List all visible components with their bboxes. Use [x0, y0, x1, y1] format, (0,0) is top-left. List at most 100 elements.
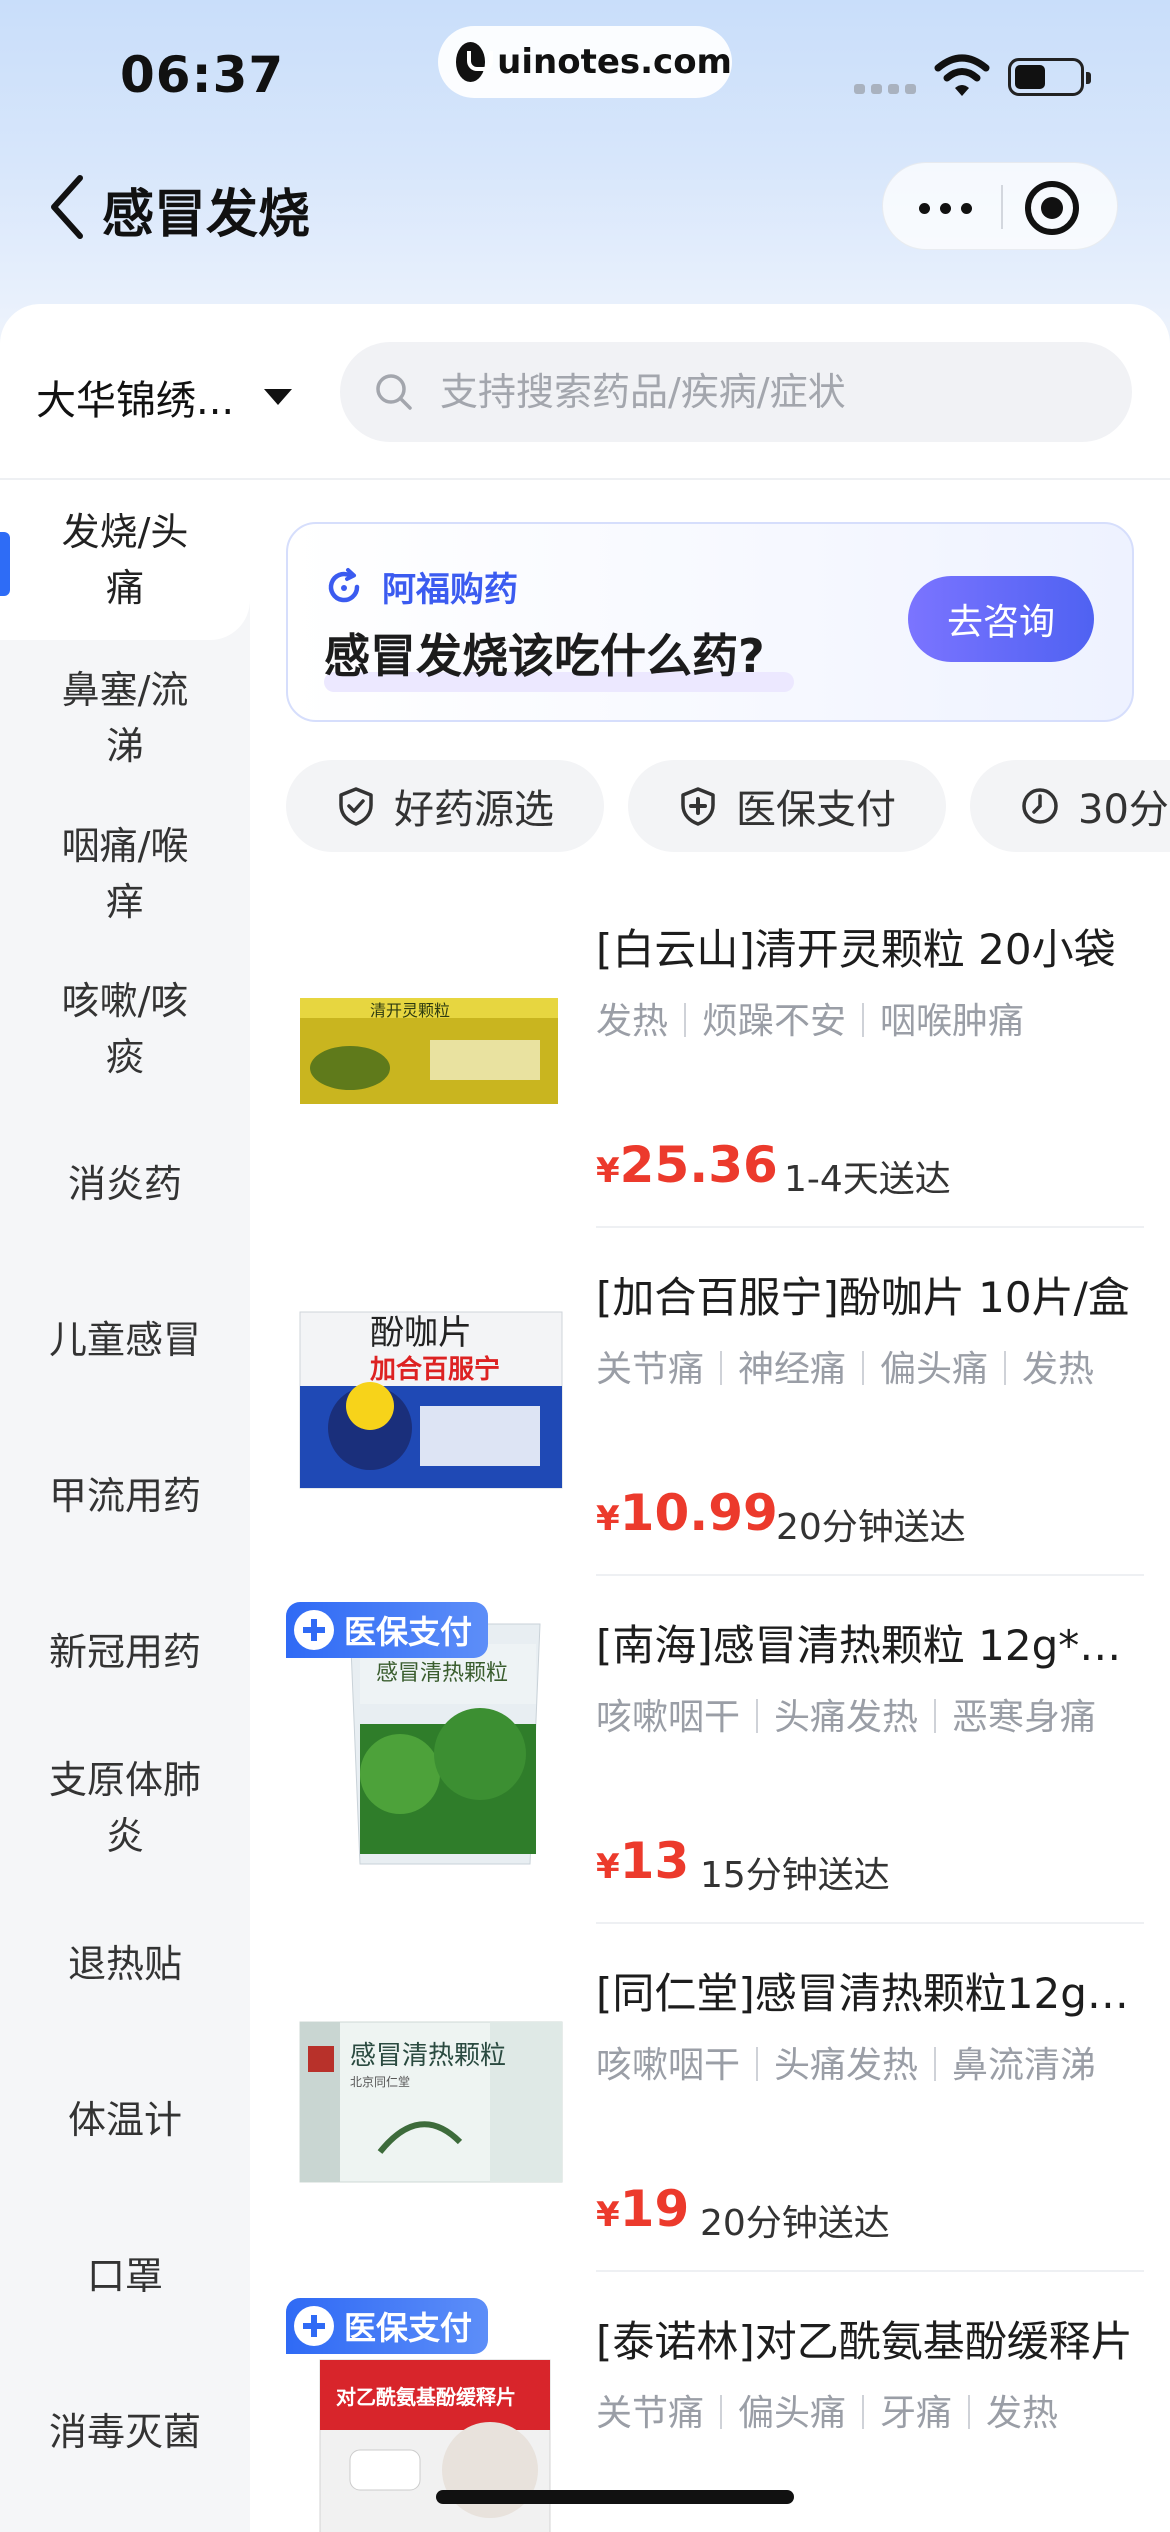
- more-icon[interactable]: [919, 203, 972, 214]
- status-time: 06:37: [120, 46, 285, 104]
- home-indicator: [436, 2490, 794, 2504]
- sidebar-item[interactable]: 甲流用药: [0, 1418, 250, 1574]
- page-title: 感冒发烧: [102, 185, 311, 245]
- sidebar-item-label: 消炎药: [67, 1162, 182, 1206]
- caret-down-icon: [264, 389, 293, 405]
- filter-chip-label: 30分钟: [1078, 787, 1170, 833]
- sidebar-item[interactable]: 支原体肺炎: [0, 1730, 250, 1886]
- consult-button[interactable]: 去咨询: [908, 576, 1094, 662]
- search-input[interactable]: [440, 370, 1080, 414]
- delivery-eta: 20分钟送达: [776, 1507, 966, 1548]
- active-indicator: [0, 532, 10, 596]
- delivery-eta: 1-4天送达: [784, 1159, 951, 1200]
- consult-brand: 阿福购药: [324, 562, 518, 611]
- sidebar-item-label: 新冠用药: [48, 1630, 201, 1674]
- product-price: ¥19: [596, 2180, 690, 2238]
- filter-chips: 好药源选 医保支付 30分钟: [286, 760, 1170, 852]
- sidebar-item[interactable]: 消炎药: [0, 1106, 250, 1262]
- sidebar-item[interactable]: 退热贴: [0, 1886, 250, 2042]
- package-label: 酚咖片: [370, 1313, 472, 1353]
- sidebar-item-label: 甲流用药: [48, 1474, 201, 1518]
- status-bar: 06:37 uinotes.com: [0, 0, 1170, 150]
- product-title: [泰诺林]对乙酰氨基酚缓释片: [596, 2317, 1133, 2366]
- sidebar-item[interactable]: 儿童感冒: [0, 1262, 250, 1418]
- sidebar-item-label: 咳嗽/咳痰: [61, 979, 189, 1079]
- product-tags: 咳嗽咽干 头痛发热 恶寒身痛: [596, 1697, 1097, 1738]
- product-image: 酚咖片 加合百服宁: [299, 1311, 563, 1489]
- package-brand: 北京同仁堂: [350, 2075, 410, 2089]
- clock-icon: [1022, 788, 1058, 824]
- search-bar[interactable]: [340, 342, 1132, 442]
- package-label: 对乙酰氨基酚缓释片: [336, 2385, 516, 2409]
- product-price: ¥13: [596, 1832, 690, 1890]
- filter-chip-insurance[interactable]: 医保支付: [628, 760, 946, 852]
- mini-program-capsule: [882, 162, 1118, 250]
- package-brand: 加合百服宁: [370, 1354, 500, 1385]
- product-title: [白云山]清开灵颗粒 20小袋: [596, 925, 1116, 974]
- filter-chip-good-source[interactable]: 好药源选: [286, 760, 604, 852]
- sidebar-item[interactable]: 体温计: [0, 2042, 250, 2198]
- store-name: 大华锦绣...: [36, 378, 235, 424]
- cellular-signal-icon: [854, 84, 916, 94]
- product-tags: 关节痛 神经痛 偏头痛 发热: [596, 1349, 1095, 1390]
- site-logo-icon: [456, 42, 494, 82]
- capsule-divider: [1001, 185, 1003, 229]
- url-text: uinotes.com: [497, 42, 732, 82]
- main-panel: 大华锦绣... 发烧/头痛鼻塞/流涕咽痛/喉痒咳嗽/咳痰消炎药儿童感冒甲流用药新…: [0, 304, 1170, 2532]
- shield-check-icon: [339, 787, 373, 826]
- store-selector[interactable]: 大华锦绣...: [36, 368, 293, 426]
- sidebar-item-label: 支原体肺炎: [48, 1758, 201, 1858]
- wifi-icon: [934, 54, 990, 96]
- sidebar-item[interactable]: 咽痛/喉痒: [0, 796, 250, 952]
- sidebar-item-label: 咽痛/喉痒: [61, 824, 189, 924]
- sidebar-item[interactable]: 新冠用药: [0, 1574, 250, 1730]
- product-tags: 咳嗽咽干 头痛发热 鼻流清涕: [596, 2045, 1097, 2086]
- filter-chip-30min[interactable]: 30分钟: [970, 760, 1170, 852]
- product-item[interactable]: 医保支付 感冒清热颗粒 [南海]感冒清热颗粒 12g*10袋 咳嗽咽干 头痛发热恶…: [250, 1576, 1170, 1924]
- insurance-badge: 医保支付: [286, 1602, 489, 1658]
- package-label: 感冒清热颗粒: [376, 1661, 508, 1686]
- product-title: [同仁堂]感冒清热颗粒12g*10袋: [596, 1969, 1136, 2018]
- sidebar-item[interactable]: 发烧/头痛: [0, 480, 250, 640]
- delivery-eta: 20分钟送达: [700, 2203, 890, 2244]
- product-image: 清开灵颗粒: [300, 998, 558, 1104]
- sidebar-item[interactable]: 鼻塞/流涕: [0, 640, 250, 796]
- sidebar-item[interactable]: 消毒灭菌: [0, 2354, 250, 2510]
- product-image: 感冒清热颗粒 北京同仁堂: [299, 2021, 563, 2183]
- sidebar-item-label: 发烧/头痛: [61, 510, 189, 610]
- consult-banner[interactable]: 阿福购药 感冒发烧该吃什么药? 去咨询: [286, 522, 1134, 722]
- sidebar-item-label: 体温计: [67, 2098, 182, 2142]
- consult-question: 感冒发烧该吃什么药?: [324, 629, 765, 683]
- url-pill[interactable]: uinotes.com: [438, 26, 732, 98]
- product-tags: 关节痛 偏头痛 牙痛 发热: [596, 2393, 1059, 2434]
- sidebar-item-label: 消毒灭菌: [48, 2410, 201, 2454]
- close-target-icon[interactable]: [1025, 181, 1079, 235]
- consult-brand-label: 阿福购药: [382, 570, 518, 610]
- sidebar-item[interactable]: 口罩: [0, 2198, 250, 2354]
- product-title: [加合百服宁]酚咖片 10片/盒: [596, 1273, 1130, 1322]
- sidebar-item-label: 退热贴: [67, 1942, 182, 1986]
- product-item[interactable]: 酚咖片 加合百服宁 [加合百服宁]酚咖片 10片/盒 关节痛 神经痛 偏头痛 发热 ¥…: [250, 1228, 1170, 1576]
- battery-icon: [1008, 58, 1091, 96]
- product-item[interactable]: 清开灵颗粒 [白云山]清开灵颗粒 20小袋 发热 烦躁不安 咽喉肿痛 ¥25.36 …: [250, 880, 1170, 1228]
- sidebar-item-label: 口罩: [86, 2254, 163, 2298]
- category-sidebar: 发烧/头痛鼻塞/流涕咽痛/喉痒咳嗽/咳痰消炎药儿童感冒甲流用药新冠用药支原体肺炎…: [0, 480, 250, 2532]
- medical-plus-icon: [294, 1610, 334, 1650]
- back-arrow-icon[interactable]: [44, 170, 94, 244]
- filter-chip-label: 医保支付: [736, 787, 896, 833]
- package-label: 感冒清热颗粒: [350, 2041, 506, 2071]
- package-label: 清开灵颗粒: [370, 1001, 450, 1020]
- product-item[interactable]: 感冒清热颗粒 北京同仁堂 [同仁堂]感冒清热颗粒12g*10袋 咳嗽咽干头痛发热…: [250, 1924, 1170, 2272]
- sidebar-item-label: 鼻塞/流涕: [61, 668, 189, 768]
- insurance-badge: 医保支付: [286, 2298, 489, 2354]
- delivery-eta: 15分钟送达: [700, 1855, 890, 1896]
- shield-plus-icon: [681, 787, 715, 826]
- product-tags: 发热 烦躁不安 咽喉肿痛: [596, 1001, 1025, 1042]
- product-price: ¥25.36: [596, 1136, 778, 1194]
- product-title: [南海]感冒清热颗粒 12g*10袋: [596, 1621, 1136, 1670]
- sidebar-item[interactable]: 咳嗽/咳痰: [0, 952, 250, 1106]
- search-icon: [376, 374, 412, 410]
- product-price: ¥10.99: [596, 1484, 778, 1542]
- filter-chip-label: 好药源选: [394, 787, 554, 833]
- refresh-chat-icon: [328, 567, 360, 602]
